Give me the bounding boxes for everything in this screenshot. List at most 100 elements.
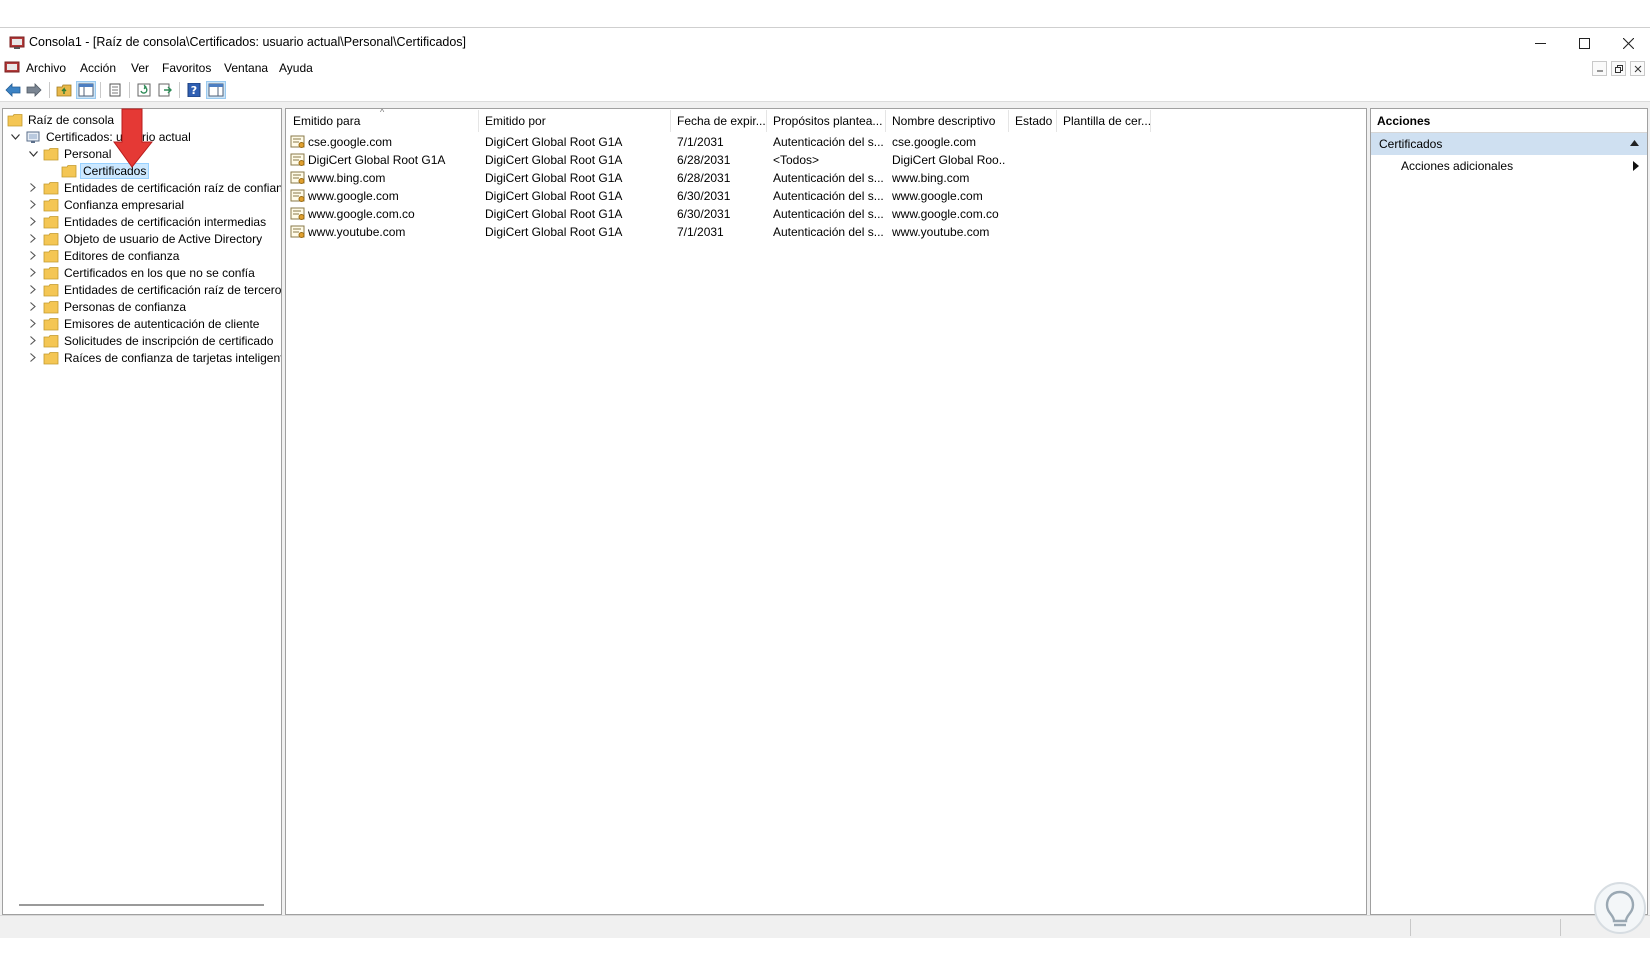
collapsed-chevron-icon[interactable] — [27, 233, 39, 245]
collapsed-chevron-icon[interactable] — [27, 318, 39, 330]
tree-item-store[interactable]: Raíces de confianza de tarjetas intelige… — [27, 349, 282, 366]
minimize-button[interactable] — [1518, 28, 1562, 58]
actions-section-certificados[interactable]: Certificados — [1371, 133, 1647, 155]
delete-icon — [109, 83, 121, 97]
menu-ventana[interactable]: Ventana — [224, 61, 268, 75]
cell-nombre: DigiCert Global Roo... — [892, 153, 1006, 167]
cell-emitido-por: DigiCert Global Root G1A — [485, 153, 623, 167]
column-header-estado[interactable]: Estado — [1015, 114, 1052, 128]
tree-horizontal-scrollbar[interactable] — [19, 904, 264, 906]
column-header-emitido-por[interactable]: Emitido por — [485, 114, 546, 128]
column-header-propositos[interactable]: Propósitos plantea... — [773, 114, 882, 128]
tree-item-certificados-usuario[interactable]: Certificados: usuario actual — [9, 128, 193, 145]
folder-icon — [43, 317, 59, 330]
status-bar — [0, 915, 1650, 938]
child-minimize-button[interactable] — [1592, 61, 1607, 76]
tree-item-store[interactable]: Objeto de usuario de Active Directory — [27, 230, 264, 247]
tree-item-label: Entidades de certificación raíz de confi… — [64, 180, 282, 195]
tree-item-store[interactable]: Certificados en los que no se confía — [27, 264, 257, 281]
certificate-store-icon — [26, 131, 40, 143]
menu-ver[interactable]: Ver — [131, 61, 149, 75]
child-close-button[interactable] — [1630, 61, 1645, 76]
tree-item-store[interactable]: Entidades de certificación raíz de confi… — [27, 179, 282, 196]
certificate-icon — [290, 225, 305, 238]
column-header-emitido-para[interactable]: Emitido para — [293, 114, 360, 128]
certificate-icon — [290, 153, 305, 166]
collapsed-chevron-icon[interactable] — [27, 182, 39, 194]
folder-icon — [43, 215, 59, 228]
collapsed-chevron-icon[interactable] — [27, 284, 39, 296]
cell-nombre: www.bing.com — [892, 171, 970, 185]
column-header-plantilla[interactable]: Plantilla de cer... — [1063, 114, 1151, 128]
show-hide-action-pane-button[interactable] — [206, 81, 226, 99]
folder-icon — [61, 164, 77, 177]
collapse-up-icon[interactable] — [1630, 139, 1639, 147]
tree-item-label: Confianza empresarial — [64, 197, 185, 212]
site-logo-icon — [1594, 882, 1646, 934]
help-icon: ? — [187, 83, 201, 97]
cell-emitido-para: www.youtube.com — [308, 225, 406, 239]
collapsed-chevron-icon[interactable] — [27, 250, 39, 262]
cell-fecha: 7/1/2031 — [677, 135, 724, 149]
tree-item-store[interactable]: Emisores de autenticación de cliente — [27, 315, 261, 332]
collapsed-chevron-icon[interactable] — [27, 199, 39, 211]
collapsed-chevron-icon[interactable] — [27, 352, 39, 364]
maximize-button[interactable] — [1562, 28, 1606, 58]
table-row[interactable]: www.youtube.com DigiCert Global Root G1A… — [286, 223, 1366, 241]
expanded-chevron-icon[interactable] — [9, 131, 21, 143]
expanded-chevron-icon[interactable] — [27, 148, 39, 160]
tree-item-store[interactable]: Personas de confianza — [27, 298, 188, 315]
console-tree: Raíz de consola Certificados: usuario ac… — [2, 108, 282, 915]
menu-ayuda[interactable]: Ayuda — [279, 61, 313, 75]
submenu-arrow-icon — [1633, 161, 1639, 171]
show-hide-tree-button[interactable] — [76, 81, 96, 99]
menu-favoritos[interactable]: Favoritos — [162, 61, 211, 75]
cell-emitido-por: DigiCert Global Root G1A — [485, 171, 623, 185]
title-bar: Consola1 - [Raíz de consola\Certificados… — [0, 28, 1650, 58]
tree-item-label: Entidades de certificación raíz de terce… — [64, 282, 282, 297]
tree-item-root[interactable]: Raíz de consola — [7, 111, 116, 128]
mmc-app-icon — [9, 36, 25, 49]
tree-item-store[interactable]: Entidades de certificación raíz de terce… — [27, 281, 282, 298]
actions-header: Acciones — [1371, 109, 1647, 133]
export-list-button[interactable] — [155, 81, 175, 99]
column-header-nombre-descriptivo[interactable]: Nombre descriptivo — [892, 114, 995, 128]
table-row[interactable]: www.google.com DigiCert Global Root G1A … — [286, 187, 1366, 205]
acciones-adicionales-item[interactable]: Acciones adicionales — [1401, 159, 1513, 173]
child-restore-button[interactable] — [1611, 61, 1626, 76]
console-menu-icon[interactable] — [4, 60, 20, 75]
tree-item-label: Raíz de consola — [28, 112, 115, 127]
tree-item-store[interactable]: Entidades de certificación intermedias — [27, 213, 268, 230]
help-button[interactable]: ? — [184, 81, 204, 99]
menu-bar: Archivo Acción Ver Favoritos Ventana Ayu… — [0, 58, 1650, 78]
table-row[interactable]: DigiCert Global Root G1A DigiCert Global… — [286, 151, 1366, 169]
delete-button[interactable] — [105, 81, 125, 99]
menu-accion[interactable]: Acción — [80, 61, 116, 75]
column-header-fecha-expiracion[interactable]: Fecha de expir... — [677, 114, 766, 128]
tree-item-label: Raíces de confianza de tarjetas intelige… — [64, 350, 282, 365]
refresh-button[interactable] — [134, 81, 154, 99]
folder-icon — [43, 334, 59, 347]
folder-icon — [43, 351, 59, 364]
tree-item-store[interactable]: Confianza empresarial — [27, 196, 186, 213]
tree-item-personal[interactable]: Personal — [27, 145, 113, 162]
up-one-level-button[interactable] — [54, 81, 74, 99]
forward-button[interactable] — [24, 81, 44, 99]
table-row[interactable]: cse.google.com DigiCert Global Root G1A … — [286, 133, 1366, 151]
collapsed-chevron-icon[interactable] — [27, 335, 39, 347]
table-row[interactable]: www.google.com.co DigiCert Global Root G… — [286, 205, 1366, 223]
cell-emitido-por: DigiCert Global Root G1A — [485, 189, 623, 203]
table-row[interactable]: www.bing.com DigiCert Global Root G1A 6/… — [286, 169, 1366, 187]
cell-nombre: cse.google.com — [892, 135, 977, 149]
menu-archivo[interactable]: Archivo — [26, 61, 66, 75]
folder-icon — [43, 266, 59, 279]
back-button[interactable] — [3, 81, 23, 99]
collapsed-chevron-icon[interactable] — [27, 216, 39, 228]
certificate-icon — [290, 135, 305, 148]
cell-emitido-para: DigiCert Global Root G1A — [308, 153, 446, 167]
tree-item-store[interactable]: Solicitudes de inscripción de certificad… — [27, 332, 275, 349]
tree-item-store[interactable]: Editores de confianza — [27, 247, 181, 264]
close-button[interactable] — [1606, 28, 1650, 58]
collapsed-chevron-icon[interactable] — [27, 301, 39, 313]
collapsed-chevron-icon[interactable] — [27, 267, 39, 279]
